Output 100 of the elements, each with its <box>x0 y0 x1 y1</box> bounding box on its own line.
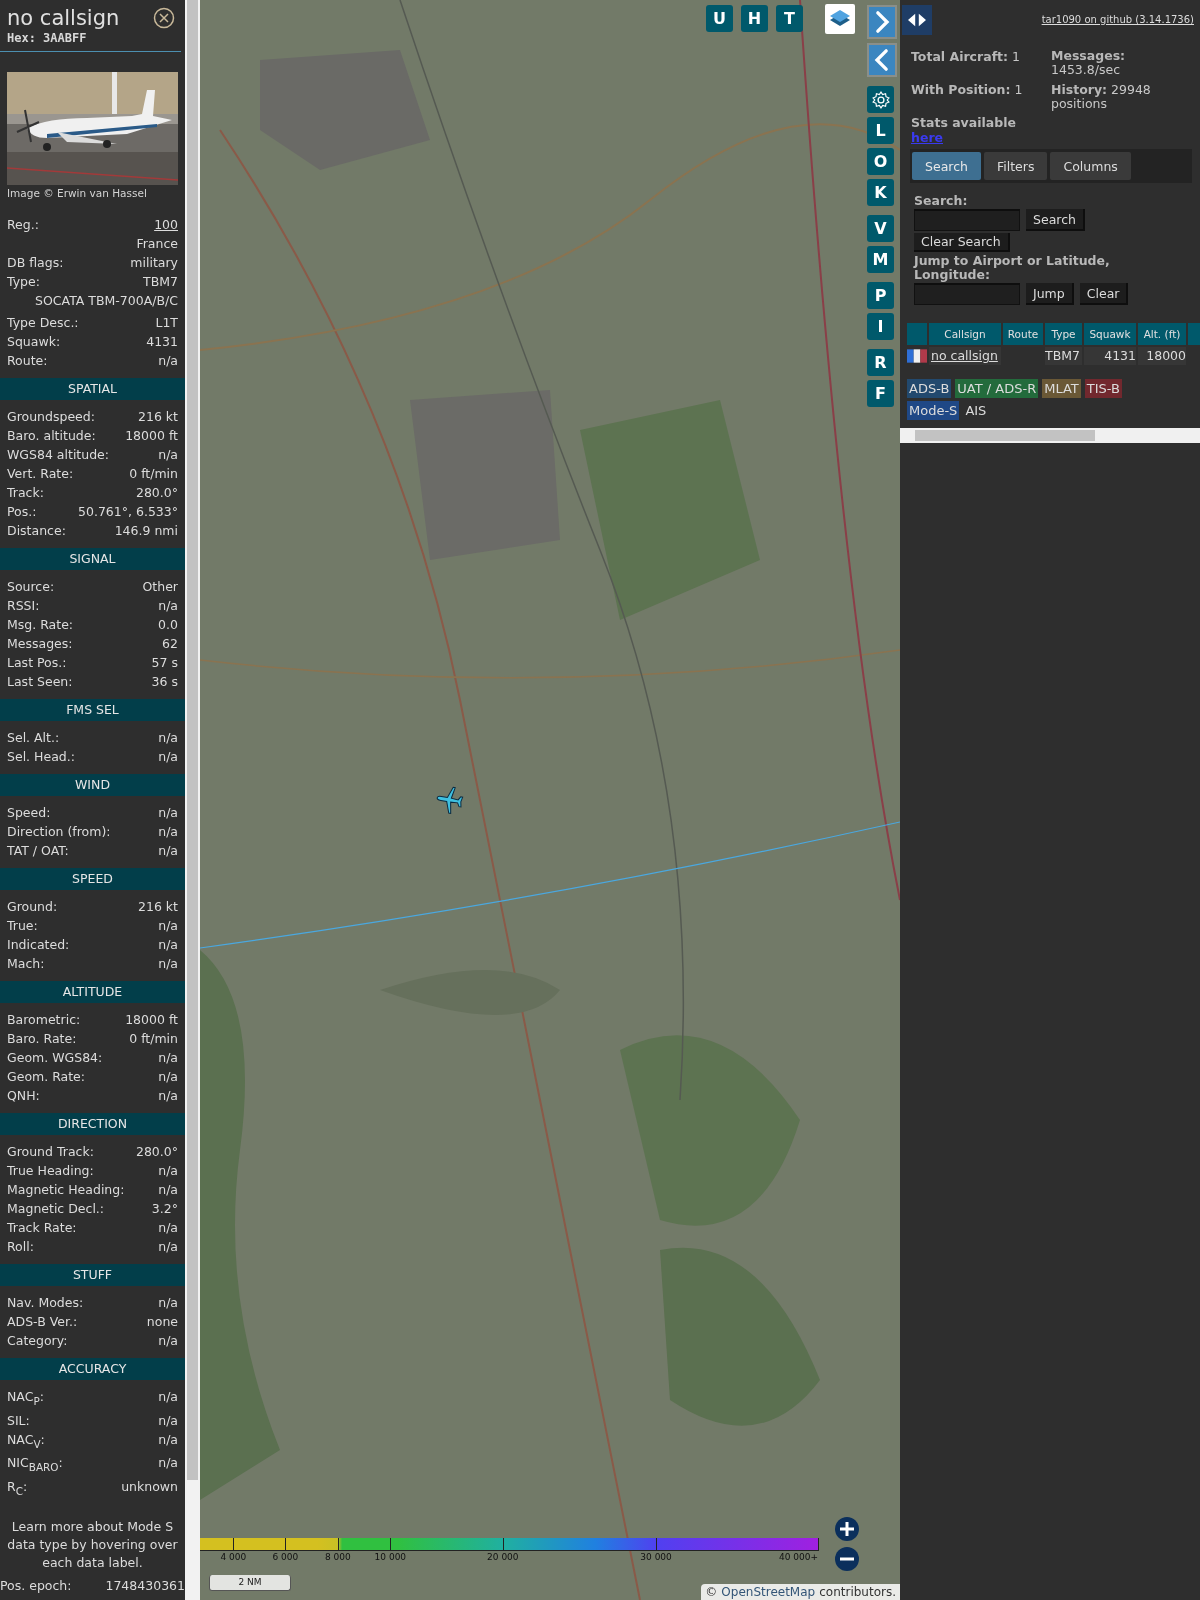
field-value: n/a <box>158 1162 178 1180</box>
tab[interactable]: Columns <box>1050 152 1131 180</box>
field-label: Baro. altitude: <box>7 427 96 445</box>
field-label: Type Desc.: <box>7 314 79 332</box>
field-label: Groundspeed: <box>7 408 95 426</box>
expand-button[interactable] <box>902 5 932 35</box>
field-label: Geom. WGS84: <box>7 1049 103 1067</box>
field-value: Other <box>142 578 178 596</box>
scrollbar[interactable] <box>185 0 200 1600</box>
field-label: Distance: <box>7 522 66 540</box>
field-value: 18000 ft <box>125 427 178 445</box>
field-value: 50.761°, 6.533° <box>78 503 178 521</box>
field-value: n/a <box>158 1238 178 1256</box>
clear-button[interactable]: Clear <box>1079 283 1129 305</box>
field-label: Reg.: <box>7 216 39 234</box>
section-header: SIGNAL <box>0 548 185 570</box>
altitude-label: 40 000+ <box>778 1552 818 1562</box>
registration-link[interactable]: 100 <box>154 215 178 234</box>
zoom-in-button[interactable] <box>835 1517 859 1541</box>
field-value: 280.0° <box>135 484 178 502</box>
stat-text: History: 29948 positions <box>1051 83 1152 111</box>
field-label: True: <box>7 917 38 935</box>
field-value: n/a <box>158 748 178 766</box>
section-header: ALTITUDE <box>0 981 185 1003</box>
field-value: 0.0 <box>158 616 178 634</box>
field-label: Vert. Rate: <box>7 465 74 483</box>
photo-credit: Image © Erwin van Hassel <box>7 187 148 199</box>
field-value: n/a <box>158 1181 178 1199</box>
tab[interactable]: Search <box>912 152 981 180</box>
map-toggle-button[interactable]: K <box>867 179 894 206</box>
field-label: RSSI: <box>7 597 40 615</box>
field-value: TBM7 <box>143 273 178 291</box>
table-header-cell <box>1188 323 1200 345</box>
source-tag: UAT / ADS-R <box>955 379 1039 398</box>
next-button[interactable] <box>867 5 897 39</box>
section-header: ACCURACY <box>0 1358 185 1380</box>
column-header[interactable]: Route <box>1003 323 1043 345</box>
jump-field[interactable] <box>914 283 1020 305</box>
map-toggle-button[interactable]: V <box>867 215 894 242</box>
section-header: DIRECTION <box>0 1113 185 1135</box>
map-toggle-button[interactable]: P <box>867 282 894 309</box>
field-label: QNH: <box>7 1087 40 1105</box>
tab[interactable]: Filters <box>983 152 1048 180</box>
close-icon[interactable] <box>153 7 175 29</box>
section-header: WIND <box>0 774 185 796</box>
minus-icon <box>835 1547 859 1571</box>
field-label: Ground Track: <box>7 1143 94 1161</box>
settings-button[interactable] <box>867 86 894 113</box>
field-label: SIL: <box>7 1411 30 1430</box>
stat-label: Stats available <box>911 115 1016 130</box>
field-value: n/a <box>158 352 178 370</box>
field-label: Barometric: <box>7 1011 81 1029</box>
column-header[interactable]: Squawk <box>1084 323 1136 345</box>
map-toggle-button[interactable]: H <box>741 5 768 32</box>
field-label: Pos.: <box>7 503 37 521</box>
airplane-icon[interactable] <box>435 785 465 815</box>
jump-button[interactable]: Jump <box>1026 283 1074 305</box>
map-toggle-button[interactable]: L <box>867 117 894 144</box>
map-toggle-button[interactable]: I <box>867 313 894 340</box>
field-label: Source: <box>7 578 55 596</box>
field-label: True Heading: <box>7 1162 94 1180</box>
map-toggle-button[interactable]: R <box>867 349 894 376</box>
clear-search-button[interactable]: Clear Search <box>914 233 1010 252</box>
map-toggle-button[interactable]: O <box>867 148 894 175</box>
previous-button[interactable] <box>867 43 897 77</box>
field-value: n/a <box>158 729 178 747</box>
github-link[interactable]: tar1090 on github (3.14.1736) <box>1041 14 1194 25</box>
field-label: TAT / OAT: <box>7 842 69 860</box>
column-header[interactable]: Type <box>1045 323 1082 345</box>
field-value: 0 ft/min <box>129 465 178 483</box>
attribution-link[interactable]: OpenStreetMap <box>721 1585 816 1599</box>
section-header: FMS SEL <box>0 699 185 721</box>
search-button[interactable]: Search <box>1026 209 1085 231</box>
left-right-arrows-icon <box>906 11 928 29</box>
jump-label: Jump to Airport or Latitude, Longitude: <box>914 254 1111 282</box>
map-toggle-button[interactable]: U <box>706 5 733 32</box>
layers-button[interactable] <box>825 4 855 34</box>
settings-icon <box>870 89 891 110</box>
search-field[interactable] <box>914 209 1020 231</box>
field-value: n/a <box>158 1294 178 1312</box>
column-header[interactable]: Callsign <box>929 323 1001 345</box>
field-value: 1748430361 <box>105 1577 185 1595</box>
horizontal-scrollbar[interactable] <box>900 428 1200 443</box>
field-label: WGS84 altitude: <box>7 446 110 464</box>
map-toggle-button[interactable]: F <box>867 380 894 407</box>
field-label: Sel. Alt.: <box>7 729 60 747</box>
map-toggle-button[interactable]: M <box>867 246 894 273</box>
field-value: 3.2° <box>151 1200 178 1218</box>
field-label: Ground: <box>7 898 58 916</box>
column-header[interactable]: Alt. (ft) <box>1138 323 1186 345</box>
table-header-cell <box>907 323 927 345</box>
stat-text: Messages: 1453.8/sec <box>1051 49 1127 77</box>
plus-icon <box>835 1517 859 1541</box>
altitude-label: 30 000 <box>640 1552 672 1562</box>
field-label: Pos. epoch: <box>0 1577 72 1595</box>
field-label: NAC$_{P}$: <box>7 1388 44 1409</box>
zoom-out-button[interactable] <box>835 1547 859 1571</box>
field-value: n/a <box>158 1411 178 1430</box>
map-toggle-button[interactable]: T <box>776 5 803 32</box>
section-header: STUFF <box>0 1264 185 1286</box>
